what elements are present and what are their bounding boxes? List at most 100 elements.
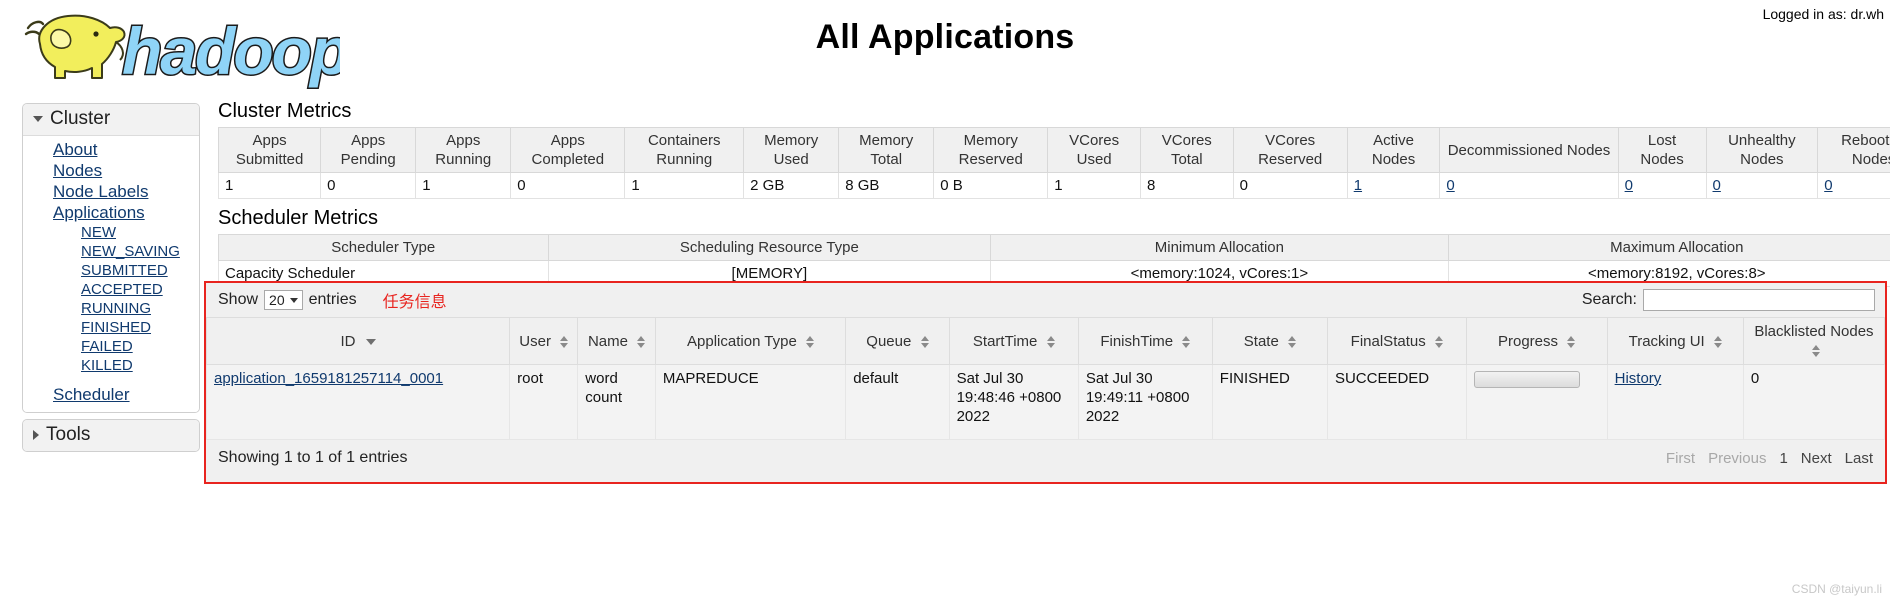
appcol-application-type-label: Application Type — [687, 332, 797, 350]
logged-in-label: Logged in as: dr.wh — [1762, 6, 1884, 22]
appcol-user[interactable]: User — [509, 317, 579, 365]
cell-state: FINISHED — [1211, 364, 1328, 440]
col-scheduling-resource-type: Scheduling Resource Type — [547, 234, 992, 261]
sidebar-item-scheduler[interactable]: Scheduler — [23, 384, 199, 405]
cell-starttime: Sat Jul 30 19:48:46 +0800 2022 — [948, 364, 1079, 440]
sidebar-tools-label: Tools — [46, 424, 91, 445]
sidebar-tools-header[interactable]: Tools — [23, 420, 199, 451]
sidebar-item-submitted[interactable]: SUBMITTED — [23, 261, 199, 280]
annotation-label: 任务信息 — [382, 294, 447, 311]
appcol-state[interactable]: State — [1211, 317, 1328, 365]
cluster-metrics-table: Apps Submitted Apps Pending Apps Running… — [217, 127, 1890, 199]
appcol-finalstatus[interactable]: FinalStatus — [1326, 317, 1467, 365]
sort-icon — [637, 335, 646, 348]
sidebar-item-new-saving[interactable]: NEW_SAVING — [23, 242, 199, 261]
appcol-tracking-ui[interactable]: Tracking UI — [1606, 317, 1744, 365]
appcol-queue[interactable]: Queue — [845, 317, 950, 365]
appcol-name[interactable]: Name — [577, 317, 656, 365]
val-decommissioned-nodes: 0 — [1439, 172, 1619, 199]
col-apps-pending: Apps Pending — [320, 127, 417, 173]
cell-name: word count — [577, 364, 656, 440]
datatable-toolbar: Show 20 entries 任务信息 Search: — [206, 283, 1885, 317]
applications-header-row: ID User Name Application Type Queue Star… — [205, 317, 1886, 365]
col-active-nodes: Active Nodes — [1346, 127, 1441, 173]
cell-application-type: MAPREDUCE — [654, 364, 847, 440]
col-minimum-allocation: Minimum Allocation — [990, 234, 1449, 261]
val-memory-total: 8 GB — [838, 172, 935, 199]
watermark: CSDN @taiyun.li — [1791, 582, 1882, 596]
sidebar-item-about[interactable]: About — [23, 139, 199, 160]
sort-icon — [1182, 335, 1191, 348]
appcol-finishtime[interactable]: FinishTime — [1077, 317, 1213, 365]
col-unhealthy-nodes: Unhealthy Nodes — [1705, 127, 1819, 173]
application-id-link[interactable]: application_1659181257114_0001 — [214, 370, 443, 387]
cluster-metrics-title: Cluster Metrics — [218, 100, 352, 122]
col-apps-completed: Apps Completed — [510, 127, 626, 173]
appcol-starttime-label: StartTime — [972, 332, 1038, 350]
decommissioned-nodes-link[interactable]: 0 — [1446, 177, 1454, 194]
col-scheduler-type: Scheduler Type — [218, 234, 549, 261]
search-label: Search: — [1581, 291, 1637, 308]
progress-bar — [1473, 371, 1580, 388]
sidebar-item-failed[interactable]: FAILED — [23, 337, 199, 356]
val-lost-nodes: 0 — [1617, 172, 1707, 199]
col-apps-submitted: Apps Submitted — [217, 127, 322, 173]
caret-right-icon — [33, 430, 39, 440]
search-input[interactable] — [1643, 289, 1875, 311]
unhealthy-nodes-link[interactable]: 0 — [1713, 177, 1721, 194]
appcol-progress[interactable]: Progress — [1465, 317, 1608, 365]
val-memory-used: 2 GB — [743, 172, 840, 199]
table-row[interactable]: application_1659181257114_0001 root word… — [205, 364, 1886, 440]
sidebar-item-accepted[interactable]: ACCEPTED — [23, 280, 199, 299]
col-memory-reserved: Memory Reserved — [933, 127, 1049, 173]
appcol-tracking-ui-label: Tracking UI — [1628, 332, 1705, 350]
appcol-starttime[interactable]: StartTime — [948, 317, 1079, 365]
entries-label: entries — [308, 291, 357, 308]
col-containers-running: Containers Running — [624, 127, 745, 173]
applications-table: ID User Name Application Type Queue Star… — [205, 317, 1886, 440]
page-number-1[interactable]: 1 — [1779, 450, 1787, 467]
appcol-id[interactable]: ID — [205, 317, 511, 365]
col-lost-nodes: Lost Nodes — [1617, 127, 1707, 173]
cluster-metrics-value-row: 1 0 1 0 1 2 GB 8 GB 0 B 1 8 0 1 0 0 0 0 — [217, 172, 1890, 199]
sidebar-item-new[interactable]: NEW — [23, 223, 199, 242]
appcol-blacklisted-nodes[interactable]: Blacklisted Nodes — [1742, 317, 1886, 365]
sort-icon — [1713, 335, 1722, 348]
active-nodes-link[interactable]: 1 — [1354, 177, 1362, 194]
page-first-button[interactable]: First — [1666, 450, 1695, 467]
sidebar-item-finished[interactable]: FINISHED — [23, 318, 199, 337]
appcol-user-label: User — [519, 332, 551, 350]
rebooted-nodes-link[interactable]: 0 — [1824, 177, 1832, 194]
val-containers-running: 1 — [624, 172, 745, 199]
scheduler-metrics-title: Scheduler Metrics — [218, 207, 379, 229]
cell-finishtime: Sat Jul 30 19:49:11 +0800 2022 — [1077, 364, 1213, 440]
sidebar-cluster-label: Cluster — [50, 108, 111, 129]
cell-finalstatus: SUCCEEDED — [1326, 364, 1467, 440]
sort-icon — [806, 335, 815, 348]
caret-down-icon — [33, 116, 43, 122]
appcol-application-type[interactable]: Application Type — [654, 317, 847, 365]
page-last-button[interactable]: Last — [1845, 450, 1873, 467]
sort-icon — [1812, 345, 1821, 358]
sidebar-cluster-header[interactable]: Cluster — [23, 104, 199, 136]
sidebar-item-killed[interactable]: KILLED — [23, 356, 199, 375]
appcol-state-label: State — [1243, 332, 1279, 350]
sort-desc-icon — [365, 338, 376, 345]
val-apps-running: 1 — [415, 172, 512, 199]
sidebar-item-nodes[interactable]: Nodes — [23, 160, 199, 181]
lost-nodes-link[interactable]: 0 — [1625, 177, 1633, 194]
page-next-button[interactable]: Next — [1801, 450, 1832, 467]
main-content: Cluster Metrics Apps Submitted Apps Pend… — [217, 100, 1890, 287]
sidebar-item-applications[interactable]: Applications — [23, 202, 199, 223]
sidebar-item-running[interactable]: RUNNING — [23, 299, 199, 318]
sidebar-item-node-labels[interactable]: Node Labels — [23, 181, 199, 202]
page-previous-button[interactable]: Previous — [1708, 450, 1766, 467]
cell-blacklisted-nodes: 0 — [1742, 364, 1886, 440]
sort-icon — [1046, 335, 1055, 348]
cell-user: root — [509, 364, 579, 440]
entries-info: Showing 1 to 1 of 1 entries — [218, 449, 408, 466]
tracking-ui-link[interactable]: History — [1615, 370, 1662, 387]
sort-icon — [560, 335, 569, 348]
page-size-select[interactable]: 20 — [264, 290, 303, 310]
